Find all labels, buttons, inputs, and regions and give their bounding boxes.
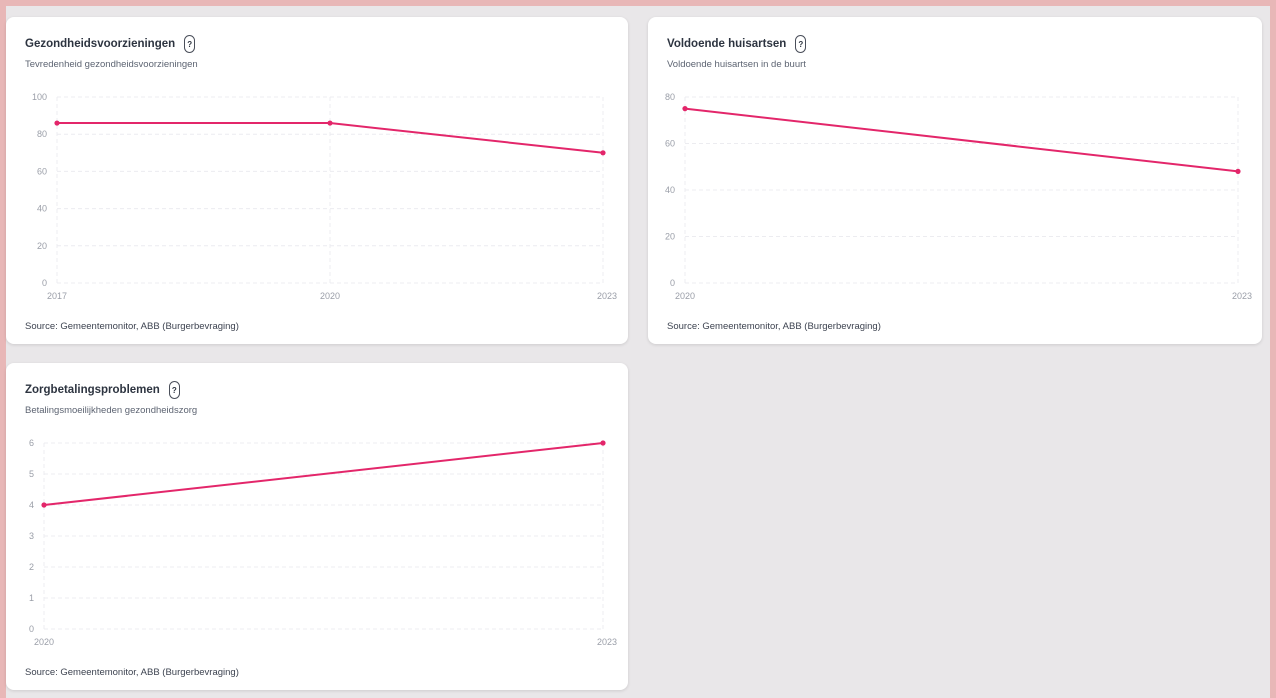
y-tick-label: 2 [29, 562, 34, 572]
series-line [43, 442, 604, 506]
x-tick-label: 2023 [1232, 291, 1252, 301]
card-source: Source: Gemeentemonitor, ABB (Burgerbevr… [667, 321, 881, 332]
y-tick-label: 0 [42, 278, 47, 288]
y-tick-label: 20 [665, 232, 675, 242]
y-tick-label: 1 [29, 593, 34, 603]
data-point [682, 106, 688, 112]
line-chart-gezondheidsvoorzieningen: 0 20 40 60 80 100 2017 2020 2023 [32, 92, 617, 301]
y-tick-label: 60 [665, 139, 675, 149]
y-tick-label: 40 [665, 185, 675, 195]
y-tick-label: 0 [670, 278, 675, 288]
card-gezondheidsvoorzieningen: Gezondheidsvoorzieningen ? Tevredenheid … [6, 17, 628, 344]
data-point [327, 120, 333, 126]
x-tick-label: 2020 [675, 291, 695, 301]
y-tick-label: 20 [37, 241, 47, 251]
x-tick-label: 2023 [597, 291, 617, 301]
data-point [600, 150, 606, 156]
series-line [684, 107, 1239, 173]
data-point [1235, 168, 1241, 174]
y-tick-label: 4 [29, 500, 34, 510]
card-source: Source: Gemeentemonitor, ABB (Burgerbevr… [25, 321, 239, 332]
y-tick-label: 6 [29, 438, 34, 448]
x-tick-label: 2023 [597, 637, 617, 647]
dashboard-canvas: Gezondheidsvoorzieningen ? Tevredenheid … [6, 6, 1270, 698]
card-zorgbetalingsproblemen: Zorgbetalingsproblemen ? Betalingsmoeili… [6, 363, 628, 690]
card-voldoende-huisartsen: Voldoende huisartsen ? Voldoende huisart… [648, 17, 1262, 344]
x-tick-label: 2020 [320, 291, 340, 301]
y-tick-label: 3 [29, 531, 34, 541]
y-tick-label: 80 [665, 92, 675, 102]
y-tick-label: 5 [29, 469, 34, 479]
x-tick-label: 2017 [47, 291, 67, 301]
line-chart-voldoende-huisartsen: 0 20 40 60 80 2020 2023 [665, 92, 1252, 301]
card-source: Source: Gemeentemonitor, ABB (Burgerbevr… [25, 667, 239, 678]
y-tick-label: 40 [37, 204, 47, 214]
y-tick-label: 0 [29, 624, 34, 634]
data-point [41, 502, 47, 508]
y-tick-label: 80 [37, 129, 47, 139]
y-tick-label: 100 [32, 92, 47, 102]
x-tick-label: 2020 [34, 637, 54, 647]
data-point [54, 120, 60, 126]
data-point [600, 440, 606, 446]
y-tick-label: 60 [37, 166, 47, 176]
line-chart-zorgbetalingsproblemen: 0 1 2 3 4 5 6 2020 2023 [29, 438, 617, 647]
